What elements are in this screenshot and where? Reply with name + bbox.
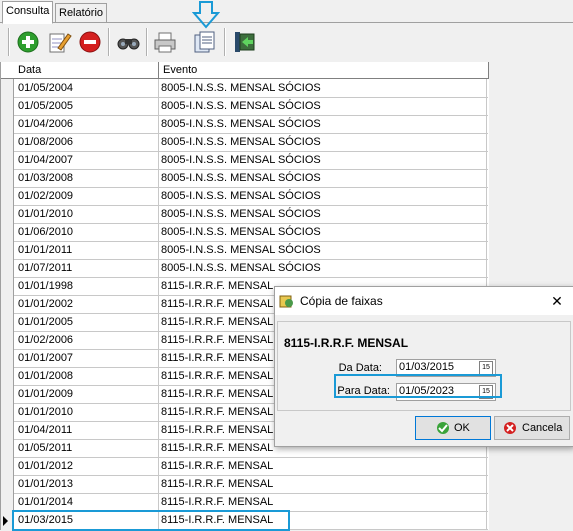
table-row[interactable]: 01/05/2005 8005-I.N.S.S. MENSAL SÓCIOS bbox=[14, 97, 488, 116]
cancel-label: Cancela bbox=[522, 422, 563, 434]
cell-data: 01/06/2010 bbox=[14, 223, 159, 241]
cell-evento: 8115-I.R.R.F. MENSAL bbox=[159, 493, 487, 511]
print-button[interactable] bbox=[150, 26, 180, 58]
dialog-titlebar: Cópia de faixas ✕ bbox=[275, 287, 573, 315]
cell-data: 01/01/2010 bbox=[14, 403, 159, 421]
toolbar-separator bbox=[108, 28, 110, 56]
toolbar bbox=[0, 1, 573, 60]
highlight-selected-row bbox=[12, 510, 290, 531]
row-indicator-column bbox=[1, 62, 14, 530]
cell-data: 01/03/2008 bbox=[14, 169, 159, 187]
cell-data: 01/01/2005 bbox=[14, 313, 159, 331]
cell-data: 01/01/2013 bbox=[14, 475, 159, 493]
cell-evento: 8005-I.N.S.S. MENSAL SÓCIOS bbox=[159, 151, 487, 169]
cell-data: 01/05/2004 bbox=[14, 79, 159, 97]
exit-icon bbox=[235, 32, 255, 52]
cell-data: 01/01/2010 bbox=[14, 205, 159, 223]
cancel-button[interactable]: Cancela bbox=[494, 416, 570, 440]
highlight-para-data bbox=[334, 374, 502, 398]
table-row[interactable]: 01/06/2010 8005-I.N.S.S. MENSAL SÓCIOS bbox=[14, 223, 488, 242]
cell-data: 01/01/1998 bbox=[14, 277, 159, 295]
toolbar-separator bbox=[224, 28, 226, 56]
check-icon bbox=[437, 422, 449, 434]
cell-data: 01/02/2006 bbox=[14, 331, 159, 349]
table-row[interactable]: 01/01/2010 8005-I.N.S.S. MENSAL SÓCIOS bbox=[14, 205, 488, 224]
copy-ranges-dialog: Cópia de faixas ✕ 8115-I.R.R.F. MENSAL D… bbox=[274, 286, 573, 447]
table-row[interactable]: 01/02/2009 8005-I.N.S.S. MENSAL SÓCIOS bbox=[14, 187, 488, 206]
cell-evento: 8005-I.N.S.S. MENSAL SÓCIOS bbox=[159, 133, 487, 151]
cell-data: 01/01/2007 bbox=[14, 349, 159, 367]
tab-consulta[interactable]: Consulta bbox=[2, 1, 54, 24]
cell-data: 01/04/2011 bbox=[14, 421, 159, 439]
table-row[interactable]: 01/07/2011 8005-I.N.S.S. MENSAL SÓCIOS bbox=[14, 259, 488, 278]
cell-evento: 8005-I.N.S.S. MENSAL SÓCIOS bbox=[159, 79, 487, 97]
table-row[interactable]: 01/03/2008 8005-I.N.S.S. MENSAL SÓCIOS bbox=[14, 169, 488, 188]
table-row[interactable]: 01/08/2006 8005-I.N.S.S. MENSAL SÓCIOS bbox=[14, 133, 488, 152]
cell-evento: 8005-I.N.S.S. MENSAL SÓCIOS bbox=[159, 259, 487, 277]
cell-evento: 8005-I.N.S.S. MENSAL SÓCIOS bbox=[159, 205, 487, 223]
cell-evento: 8115-I.R.R.F. MENSAL bbox=[159, 475, 487, 493]
cell-data: 01/01/2008 bbox=[14, 367, 159, 385]
cell-evento: 8005-I.N.S.S. MENSAL SÓCIOS bbox=[159, 169, 487, 187]
annotation-arrow-icon bbox=[192, 1, 220, 29]
search-binoculars-icon bbox=[117, 38, 140, 50]
add-icon bbox=[17, 31, 39, 53]
cell-evento: 8005-I.N.S.S. MENSAL SÓCIOS bbox=[159, 187, 487, 205]
da-data-label: Da Data: bbox=[338, 362, 382, 374]
add-button[interactable] bbox=[13, 26, 43, 58]
cell-evento: 8005-I.N.S.S. MENSAL SÓCIOS bbox=[159, 115, 487, 133]
current-row-arrow-icon bbox=[3, 516, 8, 526]
table-row[interactable]: 01/01/2013 8115-I.R.R.F. MENSAL bbox=[14, 475, 488, 494]
search-button[interactable] bbox=[113, 26, 143, 58]
table-row[interactable]: 01/05/2004 8005-I.N.S.S. MENSAL SÓCIOS bbox=[14, 79, 488, 98]
cell-data: 01/01/2012 bbox=[14, 457, 159, 475]
cell-evento: 8005-I.N.S.S. MENSAL SÓCIOS bbox=[159, 223, 487, 241]
tab-relatorio[interactable]: Relatório bbox=[55, 3, 108, 22]
cell-data: 01/02/2009 bbox=[14, 187, 159, 205]
grid-header: Data Evento bbox=[1, 62, 489, 79]
tab-strip: Consulta Relatório bbox=[0, 0, 573, 24]
table-row[interactable]: 01/04/2006 8005-I.N.S.S. MENSAL SÓCIOS bbox=[14, 115, 488, 134]
column-header-data[interactable]: Data bbox=[14, 62, 159, 78]
cell-data: 01/01/2014 bbox=[14, 493, 159, 511]
cell-data: 01/07/2011 bbox=[14, 259, 159, 277]
cell-evento: 8005-I.N.S.S. MENSAL SÓCIOS bbox=[159, 241, 487, 259]
close-icon[interactable]: ✕ bbox=[549, 293, 565, 309]
table-row[interactable]: 01/04/2007 8005-I.N.S.S. MENSAL SÓCIOS bbox=[14, 151, 488, 170]
copy-button[interactable] bbox=[189, 26, 219, 58]
copy-document-icon bbox=[194, 31, 215, 53]
dialog-heading: 8115-I.R.R.F. MENSAL bbox=[284, 336, 409, 350]
cell-data: 01/05/2011 bbox=[14, 439, 159, 457]
toolbar-separator bbox=[8, 28, 10, 56]
cell-data: 01/01/2009 bbox=[14, 385, 159, 403]
ok-button[interactable]: OK bbox=[415, 416, 491, 440]
cell-evento: 8005-I.N.S.S. MENSAL SÓCIOS bbox=[159, 97, 487, 115]
cell-evento: 8115-I.R.R.F. MENSAL bbox=[159, 457, 487, 475]
toolbar-separator bbox=[146, 28, 148, 56]
cell-data: 01/01/2011 bbox=[14, 241, 159, 259]
ok-label: OK bbox=[454, 422, 470, 434]
dialog-title: Cópia de faixas bbox=[300, 294, 383, 308]
cell-data: 01/05/2005 bbox=[14, 97, 159, 115]
cell-data: 01/04/2006 bbox=[14, 115, 159, 133]
column-header-evento[interactable]: Evento bbox=[159, 62, 489, 78]
table-row[interactable]: 01/01/2012 8115-I.R.R.F. MENSAL bbox=[14, 457, 488, 476]
edit-button[interactable] bbox=[44, 26, 74, 58]
delete-icon bbox=[79, 31, 101, 53]
exit-button[interactable] bbox=[229, 26, 259, 58]
cancel-icon bbox=[504, 422, 516, 434]
print-icon bbox=[154, 32, 176, 53]
table-row[interactable]: 01/01/2011 8005-I.N.S.S. MENSAL SÓCIOS bbox=[14, 241, 488, 260]
cell-data: 01/01/2002 bbox=[14, 295, 159, 313]
dialog-app-icon bbox=[279, 295, 293, 308]
delete-button[interactable] bbox=[75, 26, 105, 58]
cell-data: 01/08/2006 bbox=[14, 133, 159, 151]
edit-icon bbox=[49, 33, 72, 53]
calendar-icon[interactable]: 15 bbox=[479, 361, 493, 375]
da-data-value: 01/03/2015 bbox=[399, 361, 455, 373]
cell-data: 01/04/2007 bbox=[14, 151, 159, 169]
